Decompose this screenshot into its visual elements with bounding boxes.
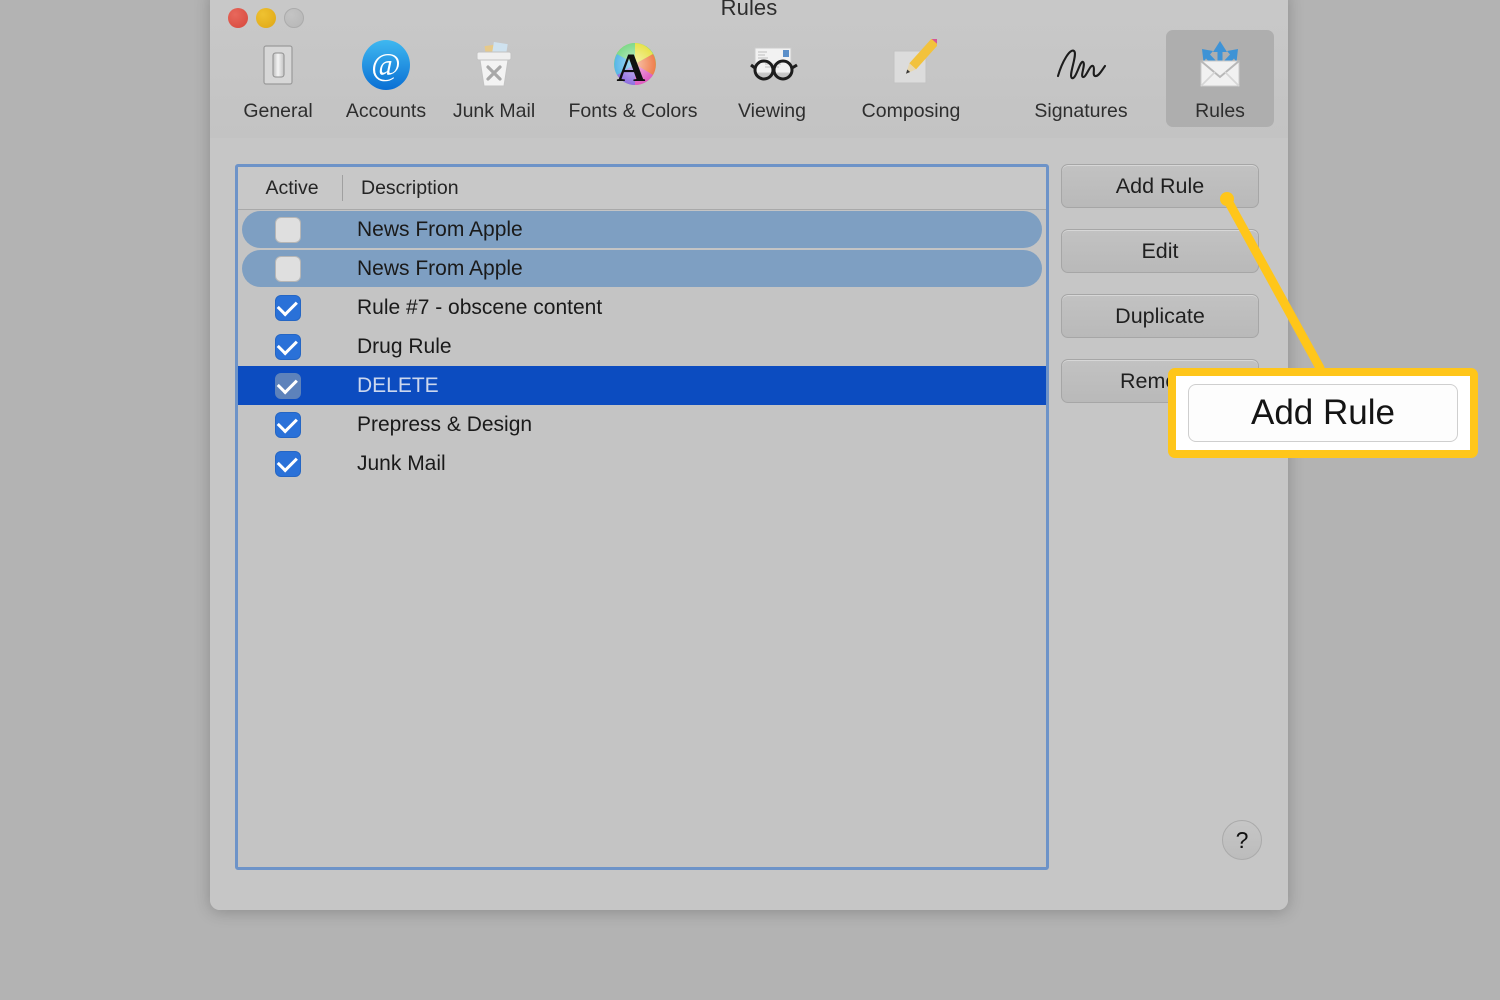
- light-switch-icon: [249, 36, 307, 94]
- rule-checkbox[interactable]: [275, 372, 301, 399]
- row-active-cell: [238, 255, 338, 282]
- toolbar-item-label: Accounts: [345, 100, 427, 122]
- table-row[interactable]: Rule #7 - obscene content: [238, 288, 1046, 327]
- screen: Rules General @ Accounts Junk Mail A Fon…: [0, 0, 1500, 1000]
- checkmark-icon: [276, 411, 298, 433]
- table-row[interactable]: News From Apple: [238, 249, 1046, 288]
- row-description: News From Apple: [357, 256, 523, 280]
- at-sign-icon: @: [357, 36, 415, 94]
- signature-icon: [1052, 36, 1110, 94]
- row-active-cell: [238, 450, 338, 477]
- checkmark-icon: [276, 294, 298, 316]
- window-title: Rules: [720, 0, 778, 20]
- mail-preferences-window: Rules General @ Accounts Junk Mail A Fon…: [210, 0, 1288, 910]
- rule-checkbox[interactable]: [275, 333, 301, 360]
- color-wheel-a-icon: A: [604, 36, 662, 94]
- rules-list[interactable]: Active Description News From Apple News …: [235, 164, 1049, 870]
- trash-can-icon: [465, 36, 523, 94]
- row-active-cell: [238, 411, 338, 438]
- row-description: News From Apple: [357, 217, 523, 241]
- row-description: Junk Mail: [357, 451, 446, 475]
- checkmark-icon: [276, 450, 298, 472]
- row-active-cell: [238, 216, 338, 243]
- row-description: Rule #7 - obscene content: [357, 295, 603, 319]
- row-active-cell: [238, 294, 338, 321]
- toolbar-item-label: Fonts & Colors: [568, 100, 698, 122]
- toolbar-item-composing[interactable]: Composing: [826, 30, 996, 127]
- glasses-letter-icon: [743, 36, 801, 94]
- preferences-content: Active Description News From Apple News …: [210, 138, 1288, 910]
- toolbar-item-label: Composing: [861, 100, 961, 122]
- table-row[interactable]: Prepress & Design: [238, 405, 1046, 444]
- row-description: Drug Rule: [357, 334, 452, 358]
- row-active-cell: [238, 333, 338, 360]
- toolbar-item-label: Signatures: [1034, 100, 1128, 122]
- window-titlebar: Rules General @ Accounts Junk Mail A Fon…: [210, 0, 1288, 139]
- table-row[interactable]: News From Apple: [238, 210, 1046, 249]
- table-row[interactable]: Drug Rule: [238, 327, 1046, 366]
- help-button[interactable]: ?: [1222, 820, 1262, 860]
- rule-checkbox[interactable]: [275, 216, 301, 243]
- toolbar-item-signatures[interactable]: Signatures: [996, 30, 1166, 127]
- envelope-arrows-icon: [1191, 36, 1249, 94]
- column-header-active[interactable]: Active: [238, 177, 342, 200]
- add-rule-button[interactable]: Add Rule: [1061, 164, 1259, 208]
- rule-checkbox[interactable]: [275, 411, 301, 438]
- checkmark-icon: [276, 333, 298, 355]
- callout-box: Add Rule: [1168, 368, 1478, 458]
- toolbar-item-accounts[interactable]: @ Accounts: [332, 30, 440, 127]
- toolbar-item-label: Junk Mail: [452, 100, 536, 122]
- edit-button[interactable]: Edit: [1061, 229, 1259, 273]
- rule-checkbox[interactable]: [275, 255, 301, 282]
- svg-text:A: A: [617, 45, 646, 90]
- table-row[interactable]: Junk Mail: [238, 444, 1046, 483]
- toolbar-item-label: General: [243, 100, 313, 122]
- toolbar-item-junk-mail[interactable]: Junk Mail: [440, 30, 548, 127]
- toolbar-item-general[interactable]: General: [224, 30, 332, 127]
- row-active-cell: [238, 372, 338, 399]
- rule-checkbox[interactable]: [275, 450, 301, 477]
- toolbar-item-viewing[interactable]: Viewing: [718, 30, 826, 127]
- rules-list-header: Active Description: [238, 167, 1046, 210]
- svg-text:@: @: [371, 46, 400, 82]
- toolbar-item-rules[interactable]: Rules: [1166, 30, 1274, 127]
- column-header-description[interactable]: Description: [343, 177, 459, 200]
- checkmark-icon: [276, 372, 298, 394]
- toolbar-item-label: Rules: [1195, 100, 1245, 122]
- row-description: Prepress & Design: [357, 412, 533, 436]
- duplicate-button[interactable]: Duplicate: [1061, 294, 1259, 338]
- row-description: DELETE: [357, 373, 439, 397]
- toolbar-item-fonts-colors[interactable]: A Fonts & Colors: [548, 30, 718, 127]
- rules-rows: News From Apple News From Apple Rule #7 …: [238, 210, 1046, 483]
- callout-label: Add Rule: [1188, 384, 1458, 442]
- preferences-toolbar: General @ Accounts Junk Mail A Fonts & C…: [210, 30, 1288, 135]
- toolbar-item-label: Viewing: [738, 100, 806, 122]
- rule-checkbox[interactable]: [275, 294, 301, 321]
- table-row[interactable]: DELETE: [238, 366, 1046, 405]
- pencil-note-icon: [882, 36, 940, 94]
